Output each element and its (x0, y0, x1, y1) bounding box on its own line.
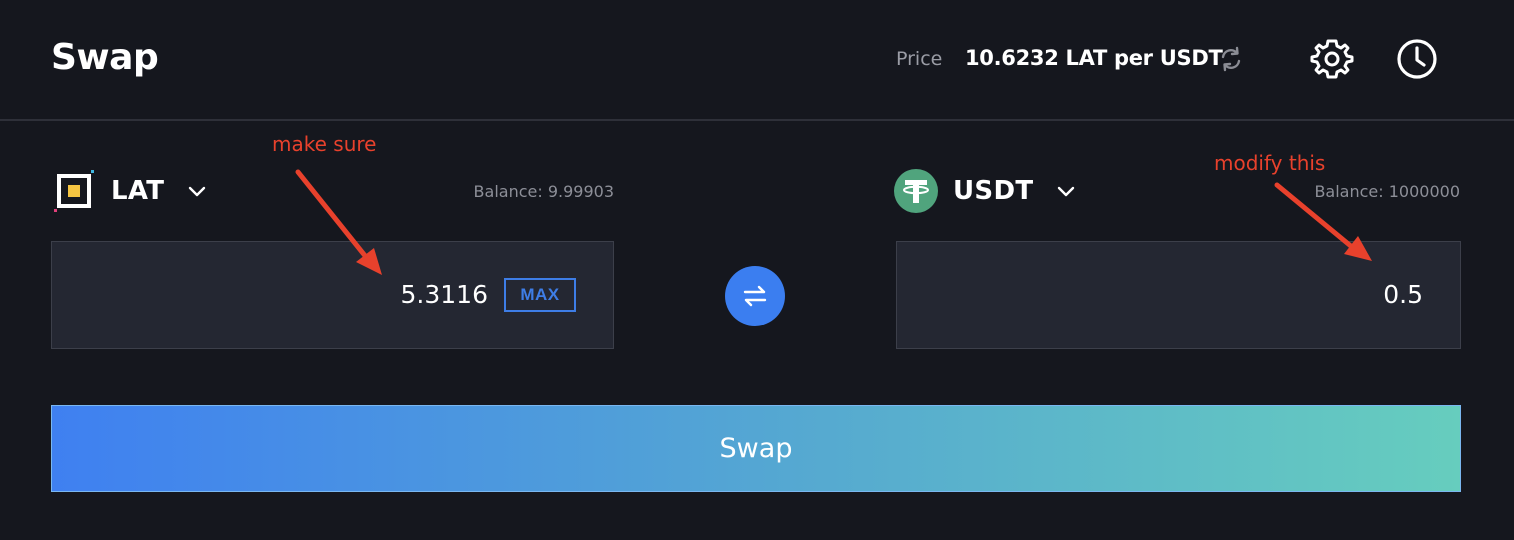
annotation-make-sure: make sure (272, 132, 377, 156)
refresh-icon[interactable] (1216, 44, 1246, 74)
swap-arrows-icon (743, 285, 767, 307)
from-amount-box: MAX (51, 241, 614, 349)
to-amount-input[interactable] (917, 272, 1423, 316)
header: Swap Price 10.6232 LAT per USDT (0, 0, 1514, 121)
usdt-token-icon (894, 169, 938, 213)
clock-icon[interactable] (1395, 37, 1439, 81)
from-token-name: LAT (111, 176, 165, 206)
swap-button[interactable]: Swap (51, 405, 1461, 492)
to-token-name: USDT (953, 176, 1034, 206)
chevron-down-icon (189, 186, 206, 197)
to-balance: Balance: 1000000 (1314, 182, 1460, 201)
price-value: 10.6232 LAT per USDT (965, 46, 1223, 70)
lat-token-icon (54, 170, 94, 212)
page-title: Swap (51, 37, 159, 78)
to-amount-box (896, 241, 1461, 349)
chevron-down-icon (1058, 186, 1075, 197)
from-token-selector[interactable]: LAT (51, 169, 208, 213)
max-button[interactable]: MAX (504, 278, 576, 312)
gear-icon[interactable] (1310, 37, 1354, 81)
annotation-modify-this: modify this (1214, 151, 1326, 175)
price-label: Price (896, 48, 943, 70)
to-token-selector[interactable]: USDT (893, 169, 1077, 213)
from-balance: Balance: 9.99903 (473, 182, 614, 201)
from-amount-input[interactable] (72, 272, 488, 316)
swap-direction-button[interactable] (725, 266, 785, 326)
